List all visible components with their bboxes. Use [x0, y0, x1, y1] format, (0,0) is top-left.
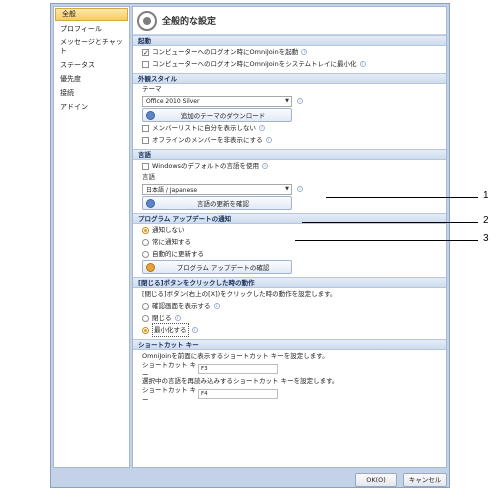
- update-none-label: 通知しない: [152, 226, 185, 234]
- section-shortcut: ショートカット キー: [133, 339, 446, 350]
- callout-number-3: 3: [483, 233, 489, 244]
- hide-offline-option[interactable]: オフラインのメンバーを非表示にする i: [133, 134, 446, 146]
- update-always-radio[interactable]: [142, 238, 149, 246]
- callout-number-2: 2: [483, 215, 489, 226]
- section-language: 言語: [133, 149, 446, 160]
- update-auto-radio[interactable]: [142, 250, 149, 258]
- startup-launch-checkbox[interactable]: [142, 47, 149, 59]
- download-themes-button[interactable]: 追加のテーマのダウンロード: [142, 108, 292, 122]
- sidebar-item-messages[interactable]: メッセージとチャット: [54, 36, 129, 58]
- callout-number-1: 1: [483, 190, 489, 201]
- update-option-none[interactable]: 通知しない: [133, 224, 446, 236]
- info-icon: i: [359, 61, 366, 67]
- update-none-radio[interactable]: [142, 226, 149, 234]
- section-startup: 起動: [133, 35, 446, 46]
- use-default-language-label: Windowsのデフォルトの言語を使用: [152, 162, 260, 170]
- close-option-confirm[interactable]: 確認画面を表示する i: [133, 300, 446, 312]
- callout-line-2: [302, 222, 478, 223]
- check-program-update-button[interactable]: プログラム アップデートの確認: [142, 260, 292, 274]
- language-select[interactable]: 日本語 / Japanese ▼: [142, 183, 292, 195]
- info-icon: i: [297, 98, 303, 104]
- close-description: [閉じる]ボタン(右上の[X])をクリックした時の動作を設定します。: [142, 290, 337, 298]
- cancel-button[interactable]: キャンセル: [403, 473, 447, 487]
- gear-icon: [137, 10, 157, 31]
- hide-offline-label: オフラインのメンバーを非表示にする: [152, 136, 263, 144]
- sidebar-item-status[interactable]: ステータス: [54, 58, 129, 72]
- info-icon: i: [174, 315, 181, 321]
- language-value: 日本語 / Japanese: [146, 186, 198, 194]
- settings-window: 全般 プロフィール メッセージとチャット ステータス 優先度 接続 アドイン 全…: [50, 3, 450, 488]
- info-icon: i: [213, 303, 220, 309]
- hide-self-label: メンバーリストに自分を表示しない: [152, 124, 256, 132]
- shortcut-key-field-1[interactable]: F3: [198, 363, 278, 374]
- close-minimize-label: 最小化する: [152, 323, 189, 337]
- settings-panel: 全般的な設定 起動 コンピューターへのログオン時にOmniJoinを起動i コン…: [132, 6, 447, 468]
- use-default-language-checkbox[interactable]: [142, 162, 149, 170]
- info-icon: i: [301, 49, 308, 55]
- hide-offline-checkbox[interactable]: [142, 136, 149, 144]
- shortcut-key-label-2: ショートカット キー: [142, 385, 197, 404]
- sidebar-item-connection[interactable]: 接続: [54, 86, 129, 100]
- sidebar-item-profile[interactable]: プロフィール: [54, 22, 129, 36]
- update-option-auto[interactable]: 自動的に更新する: [133, 248, 446, 260]
- theme-label: テーマ: [142, 85, 162, 93]
- callout-line-1: [326, 197, 478, 198]
- startup-launch-option[interactable]: コンピューターへのログオン時にOmniJoinを起動i: [133, 46, 446, 59]
- sidebar: 全般 プロフィール メッセージとチャット ステータス 優先度 接続 アドイン: [53, 6, 130, 468]
- hide-self-checkbox[interactable]: [142, 124, 149, 132]
- chevron-down-icon: ▼: [285, 185, 289, 192]
- close-close-radio[interactable]: [142, 314, 149, 322]
- info-icon: i: [259, 125, 265, 131]
- info-icon: i: [262, 163, 269, 169]
- close-option-minimize[interactable]: 最小化する i: [133, 323, 446, 337]
- update-option-always[interactable]: 常に通知する: [133, 236, 446, 248]
- update-always-label: 常に通知する: [152, 238, 191, 246]
- startup-minimize-checkbox[interactable]: [142, 60, 149, 68]
- panel-header: 全般的な設定: [133, 7, 446, 35]
- startup-launch-label: コンピューターへのログオン時にOmniJoinを起動: [152, 48, 299, 56]
- sidebar-item-priority[interactable]: 優先度: [54, 72, 129, 86]
- page-title: 全般的な設定: [162, 17, 217, 27]
- info-icon: i: [297, 186, 303, 192]
- theme-value: Office 2010 Silver: [146, 97, 200, 105]
- theme-select[interactable]: Office 2010 Silver ▼: [142, 95, 292, 107]
- shortcut-key-field-2[interactable]: F4: [198, 388, 278, 399]
- hide-self-option[interactable]: メンバーリストに自分を表示しない i: [133, 122, 446, 134]
- section-close-behavior: [閉じる]ボタンをクリックした時の動作: [133, 277, 446, 288]
- ok-button[interactable]: OK(O): [355, 473, 397, 487]
- info-icon: i: [265, 137, 272, 143]
- sidebar-item-general[interactable]: 全般: [55, 8, 128, 21]
- callout-line-3: [295, 240, 478, 241]
- update-auto-label: 自動的に更新する: [152, 250, 204, 258]
- close-confirm-label: 確認画面を表示する: [152, 302, 211, 310]
- language-label: 言語: [142, 173, 155, 181]
- use-default-language-option[interactable]: Windowsのデフォルトの言語を使用 i: [133, 160, 446, 172]
- sidebar-item-addins[interactable]: アドイン: [54, 100, 129, 114]
- chevron-down-icon: ▼: [285, 97, 289, 104]
- close-minimize-radio[interactable]: [142, 326, 149, 334]
- check-language-update-button[interactable]: 言語の更新を確認: [142, 196, 292, 210]
- startup-minimize-option[interactable]: コンピューターへのログオン時にOmniJoinをシステムトレイに最小化 i: [133, 58, 446, 70]
- update-icon: [146, 198, 155, 208]
- close-confirm-radio[interactable]: [142, 302, 149, 310]
- section-appearance: 外観スタイル: [133, 73, 446, 84]
- startup-minimize-label: コンピューターへのログオン時にOmniJoinをシステムトレイに最小化: [152, 60, 357, 68]
- download-icon: [146, 110, 155, 120]
- update-icon: [146, 262, 155, 272]
- info-icon: i: [191, 327, 198, 333]
